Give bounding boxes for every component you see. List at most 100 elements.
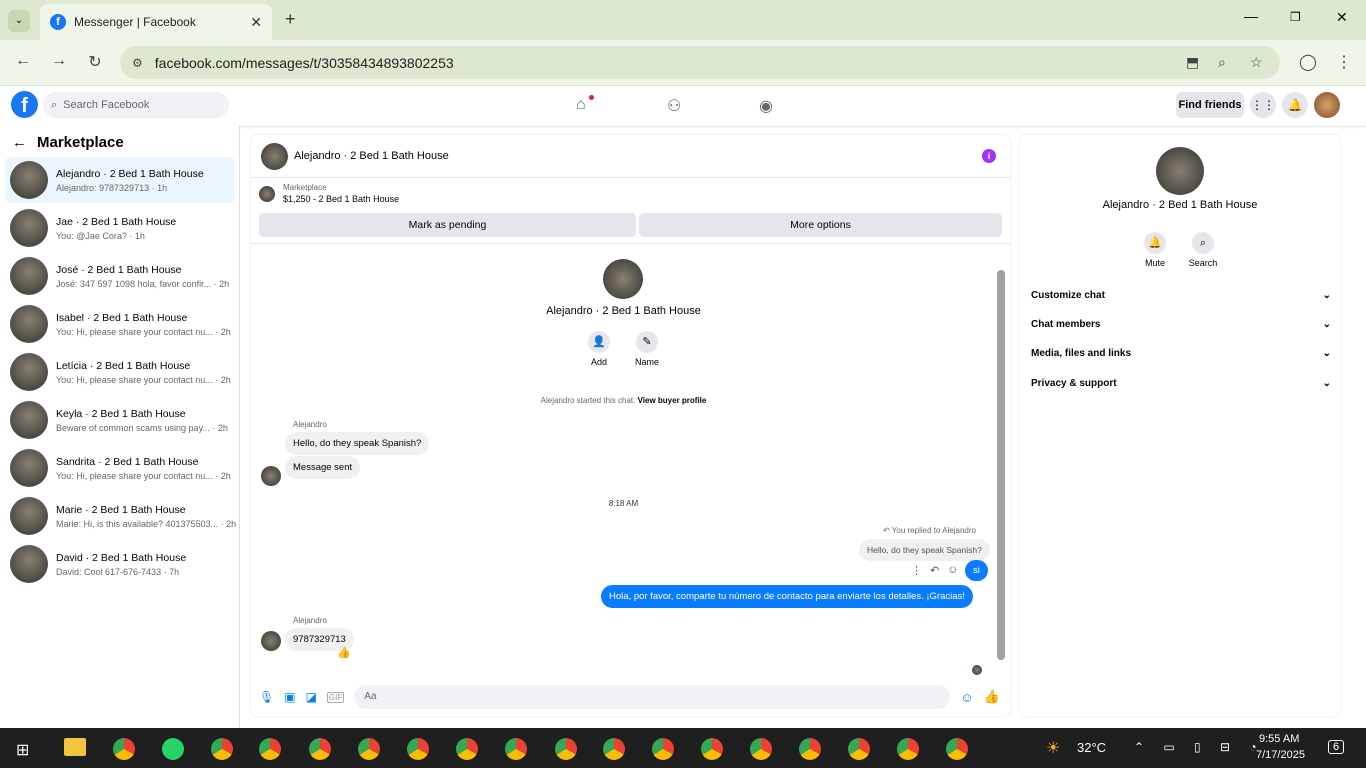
notification-badge[interactable]: 6 [1328, 740, 1345, 754]
clock-time[interactable]: 9:55 AM [1259, 733, 1299, 745]
details-section[interactable]: Media, files and links ⌄ [1031, 348, 1331, 359]
chrome-taskbar-icon[interactable] [701, 738, 723, 760]
edit-name-icon[interactable]: ✎ [636, 331, 658, 353]
chrome-taskbar-icon[interactable] [603, 738, 625, 760]
message-bubble[interactable]: Hello, do they speak Spanish? [285, 432, 430, 455]
photo-icon[interactable]: ▣ [284, 690, 295, 704]
chrome-taskbar-icon[interactable] [358, 738, 380, 760]
close-window-icon[interactable]: ✕ [1336, 9, 1348, 26]
details-section[interactable]: Privacy & support ⌄ [1031, 378, 1331, 389]
close-tab-icon[interactable]: ✕ [250, 14, 262, 31]
details-section[interactable]: Customize chat ⌄ [1031, 290, 1331, 301]
new-tab-icon[interactable]: + [285, 9, 296, 30]
tab-messenger[interactable]: f Messenger | Facebook ✕ [40, 4, 272, 40]
forward-icon[interactable]: → [48, 52, 70, 70]
conversation-item[interactable]: Alejandro · 2 Bed 1 Bath House Alejandro:… [5, 157, 235, 203]
details-avatar[interactable] [1156, 147, 1204, 195]
weather-icon[interactable]: ☀ [1046, 738, 1060, 758]
info-icon[interactable]: i [982, 149, 996, 163]
chrome-taskbar-icon[interactable] [456, 738, 478, 760]
add-person-icon[interactable]: 👤 [588, 331, 610, 353]
clock-date[interactable]: 7/17/2025 [1256, 749, 1305, 761]
minimize-icon[interactable]: — [1244, 8, 1258, 24]
find-friends-button[interactable]: Find friends [1176, 92, 1244, 118]
conversation-item[interactable]: Jae · 2 Bed 1 Bath House You: @Jae Cora? … [5, 205, 235, 251]
details-section[interactable]: Chat members ⌄ [1031, 319, 1331, 330]
chrome-taskbar-icon[interactable] [848, 738, 870, 760]
windows-start-icon[interactable]: ⊞ [16, 740, 29, 760]
site-info-icon[interactable]: ⚙ [132, 56, 143, 70]
chat-avatar[interactable] [261, 142, 288, 170]
profile-avatar[interactable] [603, 259, 643, 299]
reply-icon[interactable]: ↶ [930, 564, 939, 577]
sticker-icon[interactable]: ◪ [306, 690, 317, 704]
back-arrow-icon[interactable]: ← [12, 134, 27, 151]
mark-pending-button[interactable]: Mark as pending [259, 213, 636, 237]
conversation-item[interactable]: José · 2 Bed 1 Bath House José: 347 597 1… [5, 253, 235, 299]
omnibox[interactable]: ⚙ facebook.com/messages/t/30358434893802… [120, 46, 1280, 79]
message-bubble[interactable]: Message sent [285, 456, 361, 479]
bookmark-star-icon[interactable]: ☆ [1250, 54, 1263, 71]
section-label: Media, files and links [1031, 348, 1132, 359]
restore-icon[interactable]: ❐ [1290, 10, 1301, 24]
chrome-taskbar-icon[interactable] [505, 738, 527, 760]
chrome-taskbar-icon[interactable] [946, 738, 968, 760]
home-icon[interactable]: ⌂ [576, 96, 586, 114]
facebook-favicon-icon: f [50, 14, 66, 30]
more-icon[interactable]: ⋮ [911, 564, 922, 577]
chrome-taskbar-icon[interactable] [799, 738, 821, 760]
profile-icon[interactable]: ◯ [1297, 52, 1319, 72]
message-input[interactable]: Aa [354, 685, 951, 709]
chrome-taskbar-icon[interactable] [309, 738, 331, 760]
microphone-icon[interactable]: 🎙 [259, 690, 274, 704]
chat-title[interactable]: Alejandro · 2 Bed 1 Bath House [294, 150, 449, 162]
search-input[interactable]: ⌕ Search Facebook [43, 92, 229, 118]
my-message-bubble[interactable]: Hola, por favor, comparte tu número de c… [601, 585, 973, 608]
weather-temp[interactable]: 32°C [1077, 740, 1106, 755]
chrome-taskbar-icon[interactable] [652, 738, 674, 760]
conversation-preview: You: @Jae Cora? · 1h [56, 230, 145, 241]
search-chat-icon[interactable]: ⌕ [1192, 232, 1214, 254]
whatsapp-icon[interactable] [162, 738, 184, 760]
friends-icon[interactable]: ⚇ [667, 96, 681, 116]
reload-icon[interactable]: ↻ [84, 52, 106, 72]
menu-icon[interactable]: ⋮ [1333, 52, 1355, 72]
chrome-taskbar-icon[interactable] [555, 738, 577, 760]
scrollbar[interactable] [997, 270, 1005, 660]
zoom-icon[interactable]: ⌕ [1218, 54, 1226, 71]
chrome-taskbar-icon[interactable] [113, 738, 135, 760]
taskbar: ⊞ ☀ 32°C ⌃ ▭ ▯ ⊟ ◔ 9:55 AM 7/17/2025 6 [0, 728, 1366, 768]
chrome-taskbar-icon[interactable] [259, 738, 281, 760]
my-message-bubble[interactable]: si [965, 560, 988, 581]
conversation-preview: Beware of common scams using pay... · 2h [56, 422, 228, 433]
chat-panel: Alejandro · 2 Bed 1 Bath House i Marketp… [251, 135, 1010, 716]
chrome-taskbar-icon[interactable] [750, 738, 772, 760]
groups-icon[interactable]: ◉ [759, 96, 773, 116]
conversation-item[interactable]: Marie · 2 Bed 1 Bath House Marie: Hi, is … [5, 493, 236, 539]
more-options-button[interactable]: More options [639, 213, 1002, 237]
facebook-logo-icon[interactable]: f [11, 91, 38, 118]
chrome-taskbar-icon[interactable] [897, 738, 919, 760]
file-explorer-icon[interactable] [64, 738, 86, 756]
mute-icon[interactable]: 🔔 [1144, 232, 1166, 254]
install-icon[interactable]: ⬒ [1186, 54, 1199, 71]
conversation-item[interactable]: David · 2 Bed 1 Bath House David: Cool 61… [5, 541, 235, 587]
emoji-icon[interactable]: ☺ [960, 690, 973, 705]
view-buyer-profile-link[interactable]: View buyer profile [638, 396, 707, 405]
conversation-item[interactable]: Isabel · 2 Bed 1 Bath House You: Hi, plea… [5, 301, 235, 347]
like-icon[interactable]: 👍 [984, 689, 1000, 705]
gif-icon[interactable]: GIF [326, 691, 345, 703]
chrome-taskbar-icon[interactable] [407, 738, 429, 760]
system-tray-icons[interactable]: ⌃ ▭ ▯ ⊟ ◔ [1134, 740, 1265, 754]
back-icon[interactable]: ← [12, 52, 34, 70]
notifications-icon[interactable]: 🔔 [1282, 92, 1308, 118]
tab-search-icon[interactable]: ⌄ [8, 10, 30, 32]
section-label: Privacy & support [1031, 378, 1117, 389]
account-avatar[interactable] [1314, 92, 1340, 118]
menu-grid-icon[interactable]: ⋮⋮ [1250, 92, 1276, 118]
chrome-taskbar-icon[interactable] [211, 738, 233, 760]
conversation-item[interactable]: Letícia · 2 Bed 1 Bath House You: Hi, ple… [5, 349, 235, 395]
conversation-item[interactable]: Sandrita · 2 Bed 1 Bath House You: Hi, pl… [5, 445, 235, 491]
conversation-item[interactable]: Keyla · 2 Bed 1 Bath House Beware of comm… [5, 397, 235, 443]
react-icon[interactable]: ☺ [947, 564, 958, 577]
